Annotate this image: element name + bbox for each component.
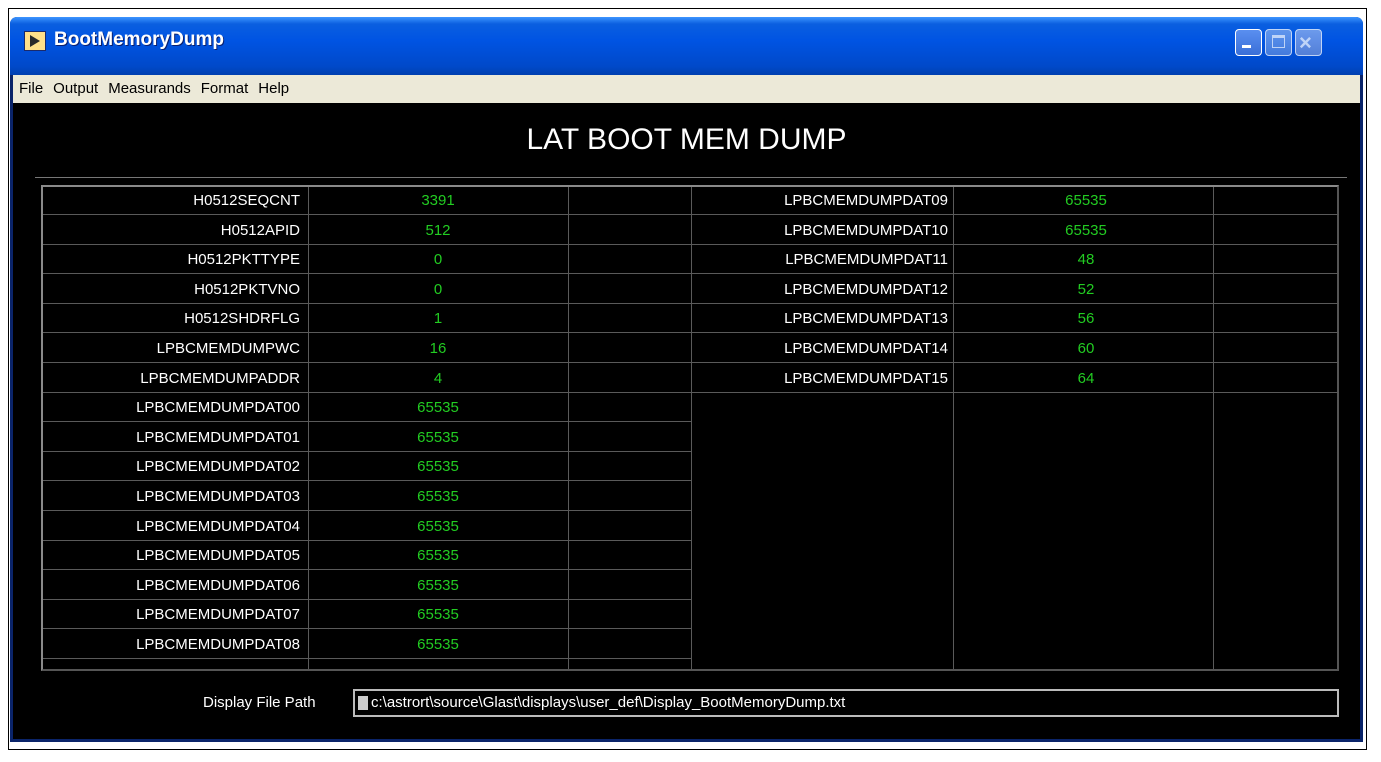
- measurand-name: LPBCMEMDUMPDAT11: [785, 251, 948, 269]
- measurand-row: LPBCMEMDUMPDAT10 65535: [691, 217, 1339, 245]
- menu-help[interactable]: Help: [258, 75, 289, 103]
- close-button[interactable]: ×: [1295, 29, 1322, 56]
- measurand-name: H0512SEQCNT: [193, 192, 300, 209]
- measurand-name: LPBCMEMDUMPDAT06: [136, 576, 300, 594]
- measurand-name: LPBCMEMDUMPDAT00: [136, 399, 300, 417]
- measurand-row: H0512SEQCNT 3391: [43, 187, 691, 215]
- display-panel: LAT BOOT MEM DUMP H0512SEQCNT 3391 H0512AP…: [13, 103, 1360, 739]
- measurand-row: LPBCMEMDUMPDAT12 52: [691, 276, 1339, 304]
- measurand-name: H0512PKTTYPE: [187, 251, 300, 269]
- menu-format[interactable]: Format: [201, 75, 249, 103]
- page-title: LAT BOOT MEM DUMP: [526, 123, 847, 156]
- measurand-row: LPBCMEMDUMPDAT15 64: [691, 365, 1339, 393]
- measurand-name: LPBCMEMDUMPDAT12: [784, 280, 948, 298]
- measurand-value: 0: [433, 251, 443, 269]
- measurand-row: H0512PKTVNO 0: [43, 276, 691, 304]
- measurand-row: LPBCMEMDUMPDAT07 65535: [43, 601, 691, 630]
- measurand-row: LPBCMEMDUMPDAT11 48: [691, 246, 1339, 275]
- measurand-value: 64: [1077, 369, 1095, 387]
- measurand-name: LPBCMEMDUMPDAT15: [784, 369, 948, 387]
- measurand-value: 512: [425, 221, 451, 239]
- measurand-grid: H0512SEQCNT 3391 H0512APID 512 H0512PKTTYPE 0…: [41, 185, 1339, 671]
- measurand-name: LPBCMEMDUMPDAT07: [136, 606, 300, 624]
- measurand-value: 60: [1077, 340, 1095, 357]
- display-file-path-label: Display File Path: [203, 694, 316, 711]
- measurand-row: LPBCMEMDUMPDAT08 65535: [43, 631, 691, 659]
- title-bar[interactable]: BootMemoryDump ×: [10, 17, 1363, 75]
- labview-app-icon: [24, 31, 46, 51]
- measurand-row: LPBCMEMDUMPADDR 4: [43, 365, 691, 393]
- measurand-value: 65535: [1065, 192, 1107, 209]
- measurand-row: LPBCMEMDUMPDAT09 65535: [691, 187, 1339, 215]
- measurand-value: 65535: [417, 636, 459, 653]
- measurand-name: LPBCMEMDUMPDAT08: [136, 636, 300, 653]
- measurand-name: H0512SHDRFLG: [184, 310, 300, 328]
- measurand-name: LPBCMEMDUMPWC: [156, 340, 300, 357]
- measurand-value: 52: [1077, 280, 1095, 298]
- measurand-name: LPBCMEMDUMPDAT01: [136, 428, 300, 446]
- measurand-name: LPBCMEMDUMPDAT02: [136, 458, 300, 476]
- measurand-value: 65535: [417, 399, 459, 417]
- menu-output[interactable]: Output: [53, 75, 98, 103]
- display-file-path-field[interactable]: c:\astrort\source\Glast\displays\user_de…: [353, 689, 1339, 717]
- maximize-button[interactable]: [1265, 29, 1292, 56]
- measurand-row: LPBCMEMDUMPDAT14 60: [691, 335, 1339, 363]
- close-icon: ×: [1299, 30, 1312, 55]
- measurand-name: LPBCMEMDUMPDAT03: [136, 488, 300, 505]
- measurand-value: 0: [433, 280, 443, 298]
- measurand-name: LPBCMEMDUMPDAT09: [784, 192, 948, 209]
- menu-file[interactable]: File: [19, 75, 43, 103]
- measurand-row: LPBCMEMDUMPDAT05 65535: [43, 542, 691, 571]
- measurand-value: 48: [1077, 251, 1095, 269]
- measurand-name: LPBCMEMDUMPDAT14: [784, 340, 948, 357]
- minimize-button[interactable]: [1235, 29, 1262, 56]
- measurand-row: LPBCMEMDUMPDAT01 65535: [43, 424, 691, 452]
- measurand-value: 65535: [1065, 221, 1107, 239]
- measurand-value: 65535: [417, 547, 459, 565]
- menu-bar: File Output Measurands Format Help: [13, 75, 1360, 103]
- measurand-value: 16: [429, 340, 447, 357]
- measurand-value: 65535: [417, 606, 459, 624]
- display-file-path-value: c:\astrort\source\Glast\displays\user_de…: [371, 694, 846, 711]
- measurand-value: 4: [433, 369, 443, 387]
- measurand-row: LPBCMEMDUMPDAT02 65535: [43, 453, 691, 482]
- measurand-row: LPBCMEMDUMPWC 16: [43, 335, 691, 363]
- measurand-row: LPBCMEMDUMPDAT03 65535: [43, 483, 691, 511]
- measurand-name: H0512APID: [220, 221, 300, 239]
- window-title: BootMemoryDump: [54, 29, 224, 50]
- measurand-value: 65535: [417, 428, 459, 446]
- divider: [35, 177, 1347, 178]
- measurand-name: LPBCMEMDUMPDAT13: [784, 310, 948, 328]
- minimize-icon: [1242, 45, 1251, 48]
- measurand-value: 65535: [417, 458, 459, 476]
- path-icon: [358, 696, 368, 711]
- menu-measurands[interactable]: Measurands: [108, 75, 191, 103]
- measurand-name: LPBCMEMDUMPADDR: [140, 369, 300, 387]
- measurand-row: H0512APID 512: [43, 217, 691, 245]
- measurand-name: LPBCMEMDUMPDAT05: [136, 547, 300, 565]
- measurand-name: LPBCMEMDUMPDAT04: [136, 517, 300, 535]
- measurand-row: H0512PKTTYPE 0: [43, 246, 691, 275]
- measurand-row: LPBCMEMDUMPDAT04 65535: [43, 513, 691, 541]
- measurand-value: 3391: [421, 192, 455, 209]
- measurand-name: H0512PKTVNO: [194, 280, 300, 298]
- maximize-icon: [1272, 35, 1285, 48]
- measurand-row: LPBCMEMDUMPDAT06 65535: [43, 572, 691, 600]
- measurand-value: 65535: [417, 488, 459, 505]
- measurand-value: 65535: [417, 517, 459, 535]
- measurand-value: 65535: [417, 576, 459, 594]
- measurand-value: 56: [1077, 310, 1095, 328]
- app-window: BootMemoryDump × File Output Measurands For…: [10, 17, 1363, 742]
- measurand-value: 1: [433, 310, 443, 328]
- measurand-row: LPBCMEMDUMPDAT00 65535: [43, 394, 691, 423]
- measurand-row: H0512SHDRFLG 1: [43, 305, 691, 334]
- measurand-row: LPBCMEMDUMPDAT13 56: [691, 305, 1339, 334]
- measurand-name: LPBCMEMDUMPDAT10: [784, 221, 948, 239]
